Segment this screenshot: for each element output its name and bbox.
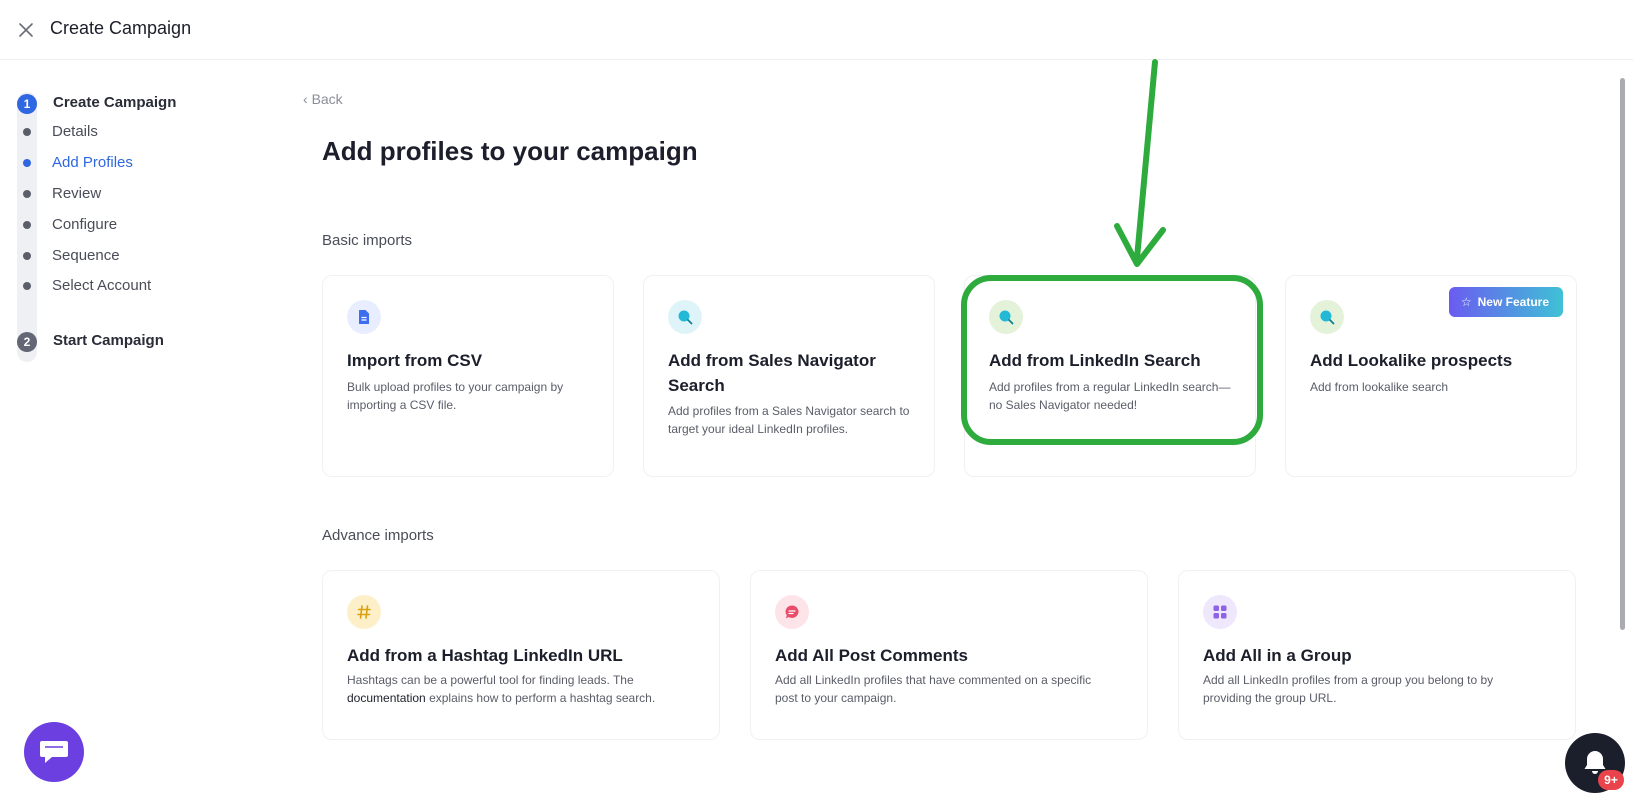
stepper-item-label: Sequence: [52, 247, 120, 264]
chat-button[interactable]: [24, 722, 84, 782]
card-description: Add all LinkedIn profiles from a group y…: [1203, 673, 1494, 705]
advance-imports-label: Advance imports: [322, 527, 434, 544]
lookalike-card[interactable]: ☆ New Feature Add Lookalike prospects Add…: [1285, 275, 1577, 477]
stepper-item-configure[interactable]: Configure: [17, 214, 217, 236]
stepper-item-details[interactable]: Details: [17, 121, 217, 143]
app-title: Create Campaign: [50, 18, 192, 38]
search-icon: [668, 300, 702, 334]
stepper-item-label: Add Profiles: [52, 154, 133, 171]
step-dot: [23, 252, 31, 260]
step-2-title[interactable]: Start Campaign: [53, 332, 164, 349]
hashtag-url-card[interactable]: Add from a Hashtag LinkedIn URL Hashtags…: [322, 570, 720, 740]
search-icon: [989, 300, 1023, 334]
card-title: Add All in a Group: [1203, 646, 1352, 665]
stepper-item-label: Configure: [52, 216, 118, 233]
step-dot: [23, 282, 31, 290]
stepper-item-add-profiles[interactable]: Add Profiles: [17, 152, 217, 174]
new-feature-badge[interactable]: ☆ New Feature: [1448, 287, 1563, 317]
card-description: Hashtags can be a powerful tool for find…: [347, 673, 656, 705]
card-description: Bulk upload profiles to your campaign by…: [347, 380, 564, 412]
card-description: Add profiles from a Sales Navigator sear…: [668, 404, 910, 436]
search-icon: [1310, 300, 1344, 334]
notification-count-badge: 9+: [1598, 770, 1624, 790]
stepper-item-select-account[interactable]: Select Account: [17, 275, 217, 297]
post-comments-card[interactable]: Add All Post Comments Add all LinkedIn p…: [750, 570, 1148, 740]
card-description: Add all LinkedIn profiles that have comm…: [775, 673, 1092, 705]
step-1-title[interactable]: Create Campaign: [53, 94, 176, 111]
grid-icon: [1203, 595, 1237, 629]
stepper-item-sequence[interactable]: Sequence: [17, 245, 217, 267]
new-feature-label: New Feature: [1477, 295, 1549, 309]
vertical-scrollbar[interactable]: [1620, 78, 1625, 630]
import-csv-card[interactable]: Import from CSV Bulk upload profiles to …: [322, 275, 614, 477]
step-1-number: 1: [17, 94, 37, 114]
basic-imports-label: Basic imports: [322, 232, 413, 249]
step-dot: [23, 190, 31, 198]
header: Create Campaign: [0, 0, 1633, 60]
card-title: Add from Sales Navigator Search: [668, 351, 876, 395]
document-icon: [347, 300, 381, 334]
step-dot-active: [23, 159, 31, 167]
chat-icon: [40, 741, 68, 763]
page-title: Add profiles to your campaign: [322, 136, 698, 166]
linkedin-search-card[interactable]: Add from LinkedIn Search Add profiles fr…: [964, 275, 1256, 477]
step-dot: [23, 128, 31, 136]
star-icon: ☆: [1460, 295, 1472, 309]
back-link[interactable]: ‹ Back: [303, 91, 343, 107]
hashtag-icon: [347, 595, 381, 629]
stepper-item-label: Select Account: [52, 277, 152, 294]
group-card[interactable]: Add All in a Group Add all LinkedIn prof…: [1178, 570, 1576, 740]
stepper-item-review[interactable]: Review: [17, 183, 217, 205]
card-description: Add profiles from a regular LinkedIn sea…: [989, 380, 1231, 412]
card-title: Import from CSV: [347, 351, 483, 370]
step-2-number: 2: [17, 332, 37, 352]
card-title: Add All Post Comments: [775, 646, 968, 665]
chevron-left-icon: ‹: [303, 91, 308, 107]
stepper-item-label: Details: [52, 123, 98, 140]
campaign-stepper: 1 Create Campaign Details Add Profiles R…: [17, 92, 217, 362]
card-description: Add from lookalike search: [1310, 380, 1449, 394]
sales-navigator-card[interactable]: Add from Sales Navigator Search Add prof…: [643, 275, 935, 477]
documentation-link[interactable]: documentation: [347, 691, 426, 705]
back-label: Back: [311, 91, 343, 107]
card-title: Add from a Hashtag LinkedIn URL: [347, 646, 623, 665]
comment-icon: [775, 595, 809, 629]
step-dot: [23, 221, 31, 229]
annotation-arrow: [1114, 59, 1166, 267]
card-title: Add from LinkedIn Search: [989, 351, 1201, 370]
card-title: Add Lookalike prospects: [1310, 351, 1513, 370]
close-icon[interactable]: [14, 18, 38, 42]
stepper-item-label: Review: [52, 185, 102, 202]
